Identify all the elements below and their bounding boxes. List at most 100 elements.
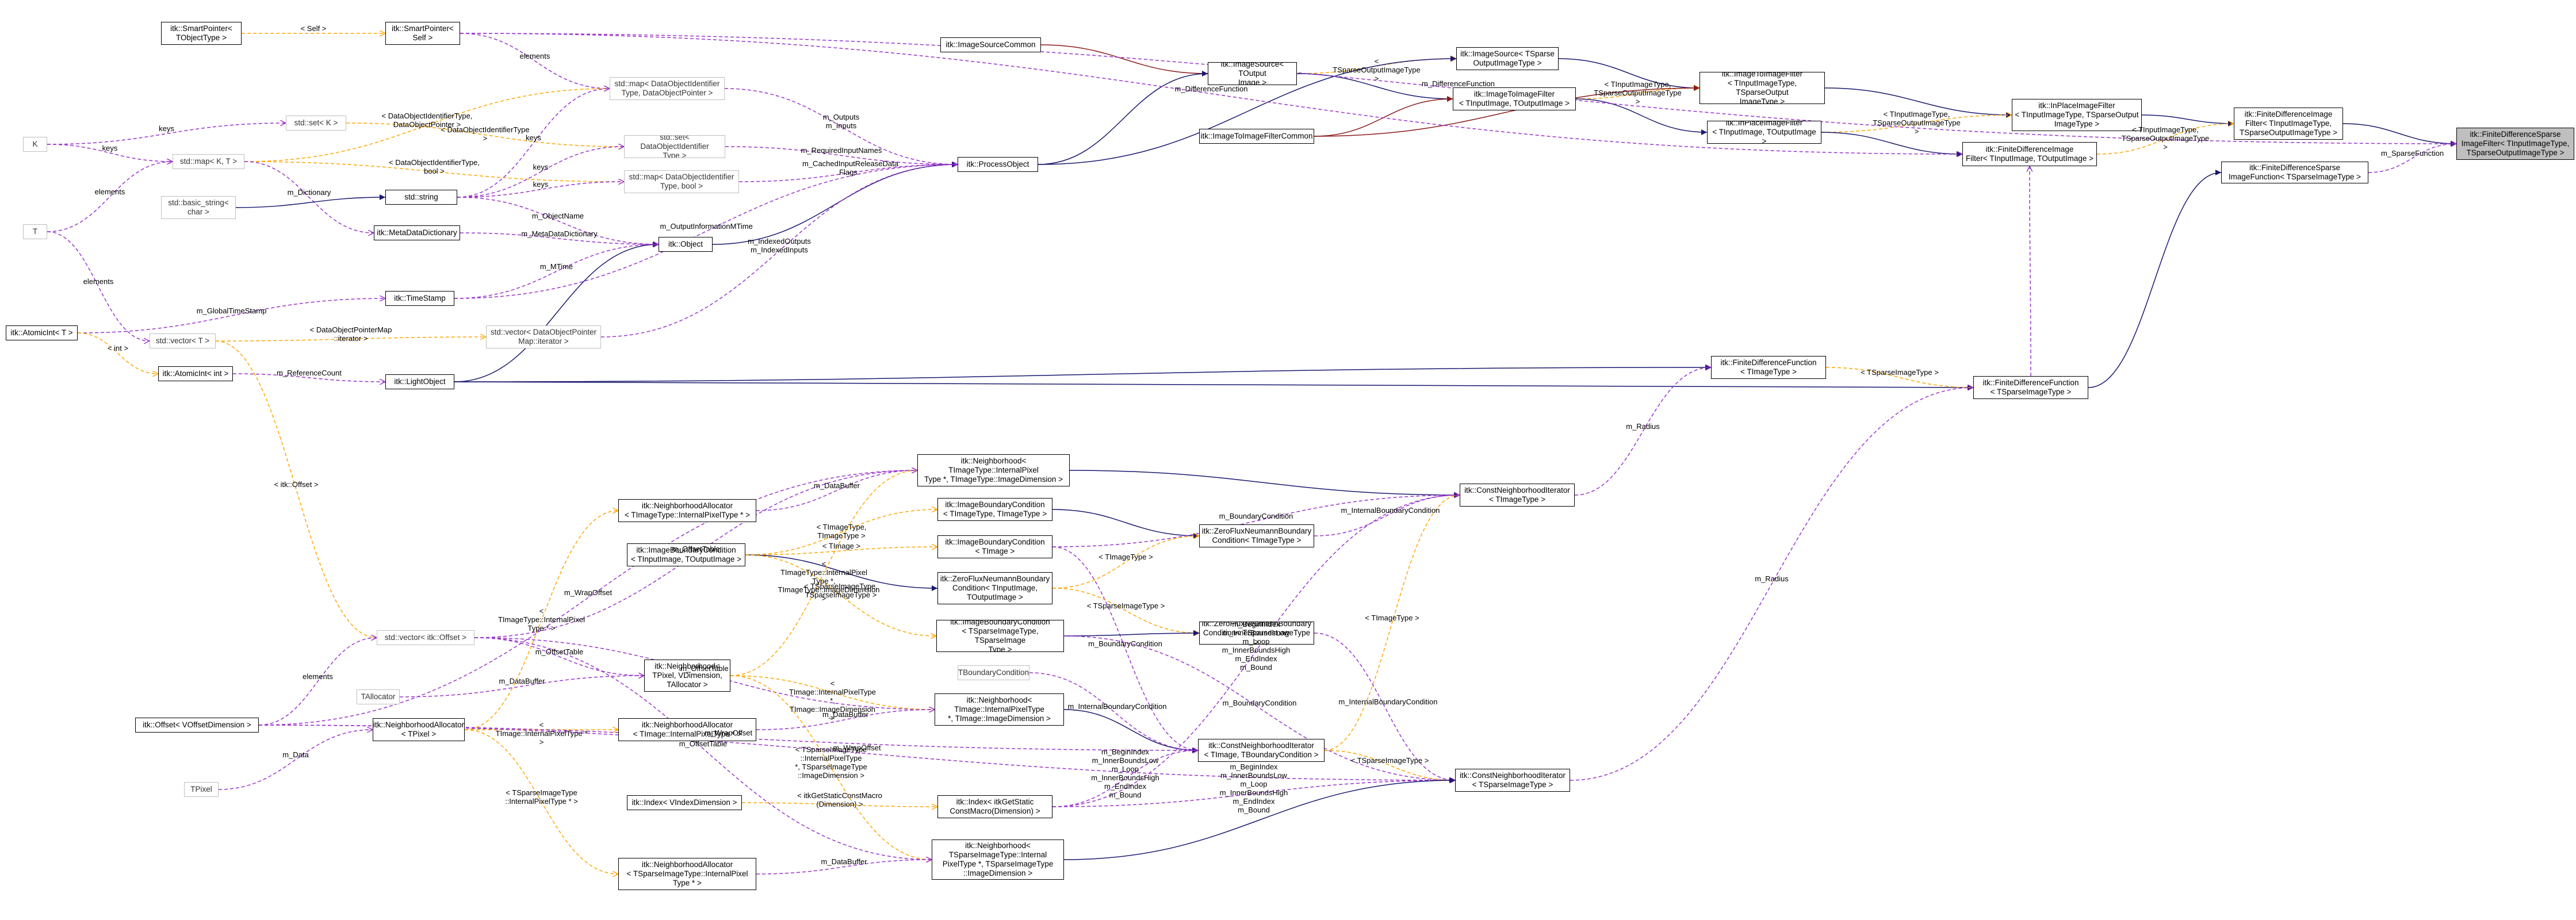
- edge-label: < itk::Offset >: [274, 480, 319, 489]
- class-node-tpixel[interactable]: TPixel: [184, 782, 219, 797]
- class-node-po[interactable]: itk::ProcessObject: [958, 157, 1038, 172]
- class-node-vec-dopmi[interactable]: std::vector< DataObjectPointer Map::iter…: [486, 325, 601, 348]
- edge-label: < TImage::InternalPixelType * >: [495, 720, 588, 746]
- class-node-fdf-sp[interactable]: itk::FiniteDifferenceFunction < TSparseI…: [1973, 376, 2088, 399]
- class-node-sp[interactable]: itk::SmartPointer< Self >: [385, 22, 460, 45]
- edge-label: < DataObjectIdentifierType, bool >: [389, 158, 480, 175]
- edge-label: < itkGetStaticConstMacro (Dimension) >: [797, 791, 882, 808]
- class-node-ipif[interactable]: itk::InPlaceImageFilter < TInputImage, T…: [1707, 121, 1821, 144]
- class-node-ai-t[interactable]: itk::AtomicInt< T >: [6, 325, 78, 340]
- edge-label: m_DataBuffer: [499, 677, 545, 685]
- edge-use: [2030, 166, 2031, 377]
- edge-label: m_DataBuffer: [822, 710, 868, 719]
- class-node-map-doid-bool[interactable]: std::map< DataObjectIdentifier Type, boo…: [624, 170, 739, 193]
- class-node-vec-off[interactable]: std::vector< itk::Offset >: [377, 630, 474, 645]
- edge-label: m_MetaDataDictionary: [521, 229, 598, 238]
- edge-label: m_OffsetTable: [535, 647, 584, 656]
- class-node-ibc-tt[interactable]: itk::ImageBoundaryCondition < TImageType…: [937, 498, 1052, 521]
- class-node-lo[interactable]: itk::LightObject: [385, 374, 454, 389]
- class-node-T[interactable]: T: [23, 224, 47, 239]
- class-node-ibc-sp[interactable]: itk::ImageBoundaryCondition < TSparseIma…: [936, 620, 1064, 652]
- edge-use: [244, 161, 374, 233]
- class-node-cni-ib[interactable]: itk::ConstNeighborhoodIterator < TImage,…: [1198, 739, 1325, 762]
- class-node-fdif-gen[interactable]: itk::FiniteDifferenceImage Filter< TInpu…: [1962, 142, 2097, 166]
- class-node-na-tt[interactable]: itk::NeighborhoodAllocator < TImageType:…: [618, 499, 756, 522]
- edge-label: < TInputImageType, TSparseOutputImageTyp…: [1873, 110, 1961, 136]
- class-node-is-sp[interactable]: itk::ImageSource< TSparse OutputImageTyp…: [1456, 47, 1559, 70]
- edge-label: < TImageType::InternalPixel Type *, TIma…: [778, 559, 880, 603]
- edge-label: m_WrapOffset: [833, 743, 881, 752]
- class-node-index-v[interactable]: itk::Index< VIndexDimension >: [627, 795, 742, 810]
- class-node-cni-sp[interactable]: itk::ConstNeighborhoodIterator < TSparse…: [1455, 769, 1570, 792]
- edge-label: m_InternalBoundaryCondition: [1067, 702, 1167, 711]
- edge-label: < TImageType, TImageType >: [816, 523, 867, 540]
- class-node-offset[interactable]: itk::Offset< VOffsetDimension >: [135, 718, 259, 733]
- class-node-ts[interactable]: itk::TimeStamp: [385, 291, 454, 306]
- class-node-ai-int[interactable]: itk::AtomicInt< int >: [158, 366, 233, 381]
- edge-label: < TSparseImageType ::InternalPixelType *…: [505, 788, 578, 806]
- class-node-fdsif[interactable]: itk::FiniteDifferenceSparse ImageFilter<…: [2456, 128, 2574, 160]
- class-node-fdf-t[interactable]: itk::FiniteDifferenceFunction < TImageTy…: [1711, 356, 1826, 379]
- edge-label: m_CachedInputReleaseData Flags: [802, 159, 898, 177]
- class-node-cni-t[interactable]: itk::ConstNeighborhoodIterator < TImageT…: [1460, 484, 1575, 507]
- edge-inherit: [1069, 470, 1460, 498]
- edge-inherit: [454, 365, 1712, 382]
- edge-label: keys: [533, 180, 549, 189]
- edge-inherit: [235, 194, 386, 208]
- class-node-sp-t[interactable]: itk::SmartPointer< TObjectType >: [161, 22, 242, 45]
- edge-label: m_RequiredInputNames: [801, 146, 882, 155]
- class-node-itif[interactable]: itk::ImageToImageFilter < TInputImage, T…: [1453, 87, 1576, 110]
- class-node-iscommon[interactable]: itk::ImageSourceCommon: [940, 37, 1041, 52]
- class-node-basic-string[interactable]: std::basic_string< char >: [161, 196, 236, 219]
- edge-label: < TImageType >: [1365, 613, 1419, 622]
- class-node-map-doid-dop[interactable]: std::map< DataObjectIdentifier Type, Dat…: [610, 77, 725, 100]
- edge-label: m_DifferenceFunction: [1174, 84, 1248, 93]
- class-node-set-k[interactable]: std::set< K >: [286, 116, 346, 131]
- edge-inherit: [2088, 170, 2222, 388]
- edge-inherit: [1063, 630, 1200, 637]
- edge-use: [2368, 144, 2456, 173]
- class-node-itif-sp[interactable]: itk::ImageToImageFilter < TInputImageTyp…: [1700, 72, 1825, 104]
- class-node-K[interactable]: K: [23, 137, 47, 152]
- class-node-tbc[interactable]: TBoundaryCondition: [958, 665, 1029, 680]
- edge-label: < TInputImageType, TSparseOutputImageTyp…: [2121, 125, 2210, 151]
- edge-label: keys: [102, 143, 118, 152]
- class-node-index-mac[interactable]: itk::Index< itkGetStatic ConstMacro(Dime…: [937, 795, 1052, 818]
- edge-label: < Self >: [300, 24, 327, 33]
- edge-use: [47, 162, 173, 232]
- class-node-obj[interactable]: itk::Object: [659, 237, 713, 252]
- edge-use: [47, 231, 150, 341]
- edge-label: m_Data: [282, 750, 309, 759]
- edge-label: < TImage >: [822, 541, 861, 550]
- class-node-nb-sp[interactable]: itk::Neighborhood< TSparseImageType::Int…: [932, 839, 1064, 880]
- edge-label: m_BeginIndex m_InnerBoundsLow m_Loop m_I…: [1091, 747, 1159, 799]
- class-node-nb-ti[interactable]: itk::Neighborhood< TImage::InternalPixel…: [935, 693, 1064, 726]
- edge-label: m_OffsetTable: [680, 664, 729, 673]
- class-node-ibc-i[interactable]: itk::ImageBoundaryCondition < TImage >: [937, 535, 1052, 558]
- class-node-itifcommon[interactable]: itk::ImageToImageFilterCommon: [1199, 129, 1314, 144]
- class-node-is[interactable]: itk::ImageSource< TOutput Image >: [1208, 62, 1297, 85]
- edge-label: < TSparseImageType >: [1861, 368, 1939, 377]
- class-node-zfn-t[interactable]: itk::ZeroFluxNeumannBoundary Condition< …: [1199, 524, 1314, 547]
- edge-use: [1314, 495, 1460, 536]
- edge-label: m_MTime: [539, 262, 573, 271]
- class-node-set-doid[interactable]: std::set< DataObjectIdentifier Type >: [624, 135, 725, 158]
- class-node-fdif[interactable]: itk::FiniteDifferenceImage Filter< TInpu…: [2234, 108, 2343, 140]
- edge-inherit-priv: [1040, 44, 1208, 76]
- class-node-string[interactable]: std::string: [385, 190, 457, 205]
- edge-label: m_Radius: [1755, 574, 1789, 583]
- edge-label: m_BoundaryCondition: [1219, 511, 1293, 520]
- class-node-na-tp[interactable]: itk::NeighborhoodAllocator < TPixel >: [373, 718, 465, 741]
- class-node-mdd[interactable]: itk::MetaDataDictionary: [374, 225, 460, 240]
- class-node-zfn-io[interactable]: itk::ZeroFluxNeumannBoundary Condition< …: [937, 572, 1052, 604]
- class-node-na-sp[interactable]: itk::NeighborhoodAllocator < TSparseImag…: [618, 858, 756, 890]
- class-node-fdsfun[interactable]: itk::FiniteDifferenceSparse ImageFunctio…: [2221, 162, 2368, 183]
- class-node-talloc[interactable]: TAllocator: [357, 689, 400, 704]
- class-node-map-kt[interactable]: std::map< K, T >: [173, 154, 244, 169]
- edge-use: [460, 33, 610, 89]
- edge-label: m_InternalBoundaryCondition: [1341, 506, 1440, 515]
- edge-label: m_BeginIndex m_InnerBoundsLow m_Loop m_I…: [1219, 762, 1288, 814]
- class-node-nb-tt[interactable]: itk::Neighborhood< TImageType::InternalP…: [917, 454, 1070, 486]
- edge-label: < TInputImageType, TSparseOutputImageTyp…: [1594, 79, 1682, 106]
- edge-label: m_DataBuffer: [821, 857, 867, 866]
